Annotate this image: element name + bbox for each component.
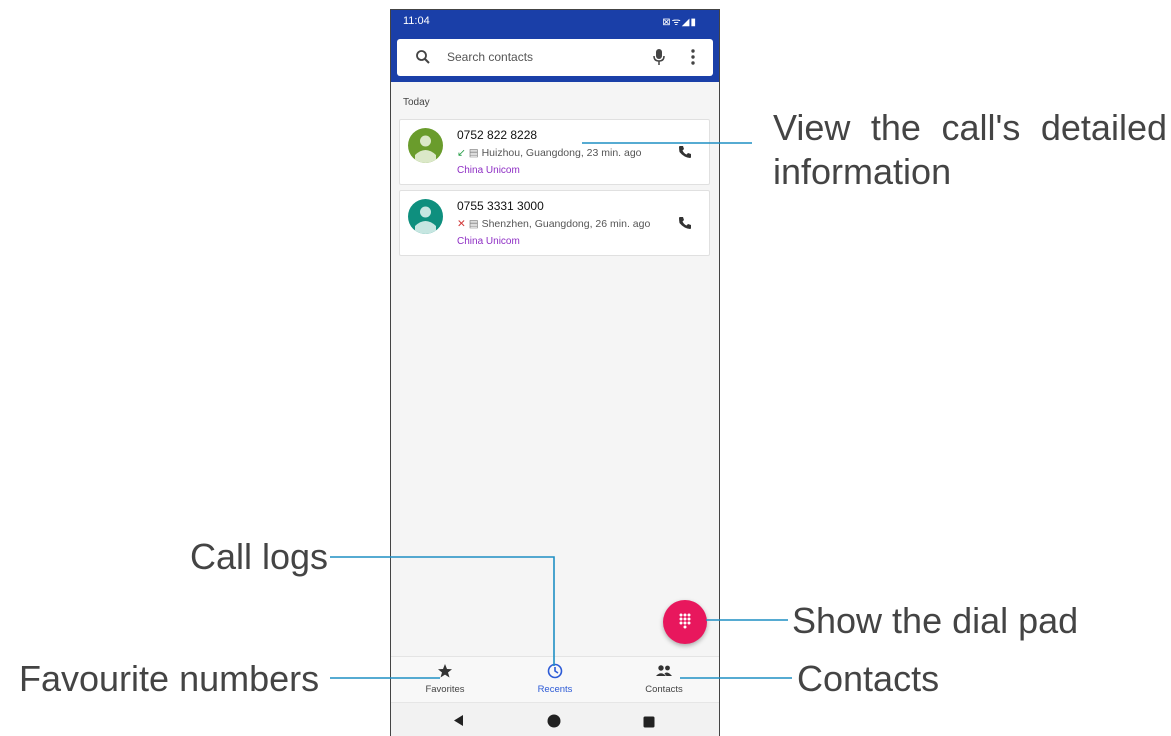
callout-dial-pad: Show the dial pad <box>792 600 1079 641</box>
callout-contacts: Contacts <box>797 658 940 699</box>
callout-call-logs: Call logs <box>190 536 329 577</box>
callout-favourites: Favourite numbers <box>19 658 320 699</box>
call-logs-callout-line <box>330 556 555 666</box>
callout-detail-line1: View the call's detailed <box>773 107 1167 148</box>
callout-detail-line2: information <box>773 151 952 192</box>
